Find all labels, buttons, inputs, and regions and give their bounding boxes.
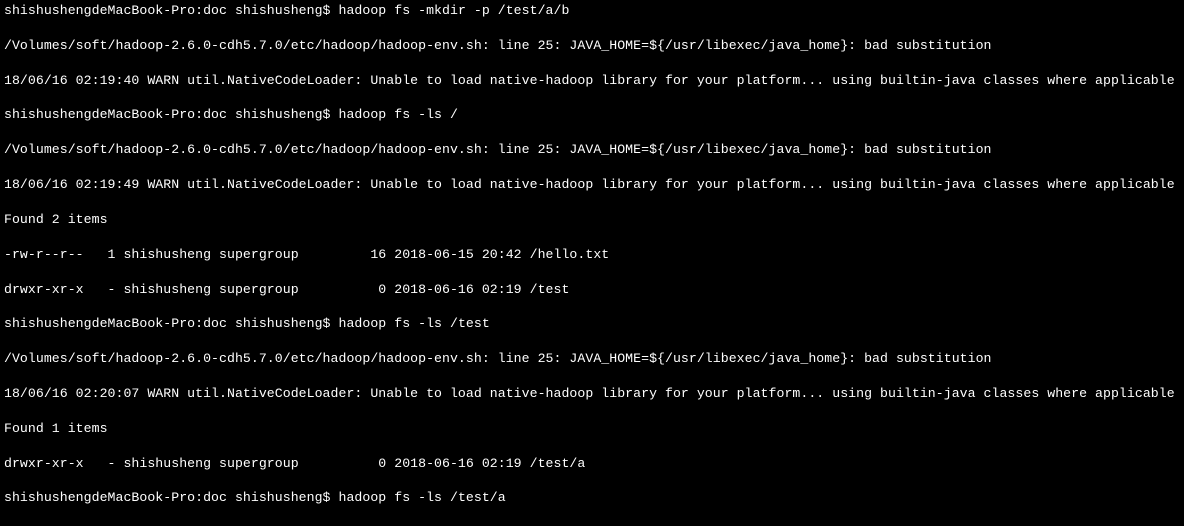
command-ls-root: hadoop fs -ls /: [338, 107, 457, 122]
shell-prompt: shishushengdeMacBook-Pro:doc shishusheng…: [4, 490, 338, 505]
ls-entry-test: drwxr-xr-x - shishusheng supergroup 0 20…: [4, 281, 1180, 298]
env-error: /Volumes/soft/hadoop-2.6.0-cdh5.7.0/etc/…: [4, 37, 1180, 54]
env-error: /Volumes/soft/hadoop-2.6.0-cdh5.7.0/etc/…: [4, 350, 1180, 367]
found-count: Found 1 items: [4, 420, 1180, 437]
cmd-line-4: shishushengdeMacBook-Pro:doc shishusheng…: [4, 489, 1180, 506]
ls-entry-hello: -rw-r--r-- 1 shishusheng supergroup 16 2…: [4, 246, 1180, 263]
shell-prompt: shishushengdeMacBook-Pro:doc shishusheng…: [4, 316, 338, 331]
cmd-line-2: shishushengdeMacBook-Pro:doc shishusheng…: [4, 106, 1180, 123]
ls-entry-testa: drwxr-xr-x - shishusheng supergroup 0 20…: [4, 455, 1180, 472]
command-ls-test: hadoop fs -ls /test: [338, 316, 489, 331]
warn-line: 18/06/16 02:20:07 WARN util.NativeCodeLo…: [4, 385, 1180, 402]
shell-prompt: shishushengdeMacBook-Pro:doc shishusheng…: [4, 107, 338, 122]
warn-line: 18/06/16 02:19:40 WARN util.NativeCodeLo…: [4, 72, 1180, 89]
cmd-line-3: shishushengdeMacBook-Pro:doc shishusheng…: [4, 315, 1180, 332]
command-mkdir: hadoop fs -mkdir -p /test/a/b: [338, 3, 569, 18]
env-error: /Volumes/soft/hadoop-2.6.0-cdh5.7.0/etc/…: [4, 141, 1180, 158]
warn-line: 18/06/16 02:19:49 WARN util.NativeCodeLo…: [4, 176, 1180, 193]
shell-prompt: shishushengdeMacBook-Pro:doc shishusheng…: [4, 3, 338, 18]
found-count: Found 2 items: [4, 211, 1180, 228]
cmd-line-1: shishushengdeMacBook-Pro:doc shishusheng…: [4, 2, 1180, 19]
command-ls-testa: hadoop fs -ls /test/a: [338, 490, 505, 505]
terminal-output[interactable]: shishushengdeMacBook-Pro:doc shishusheng…: [0, 0, 1184, 526]
